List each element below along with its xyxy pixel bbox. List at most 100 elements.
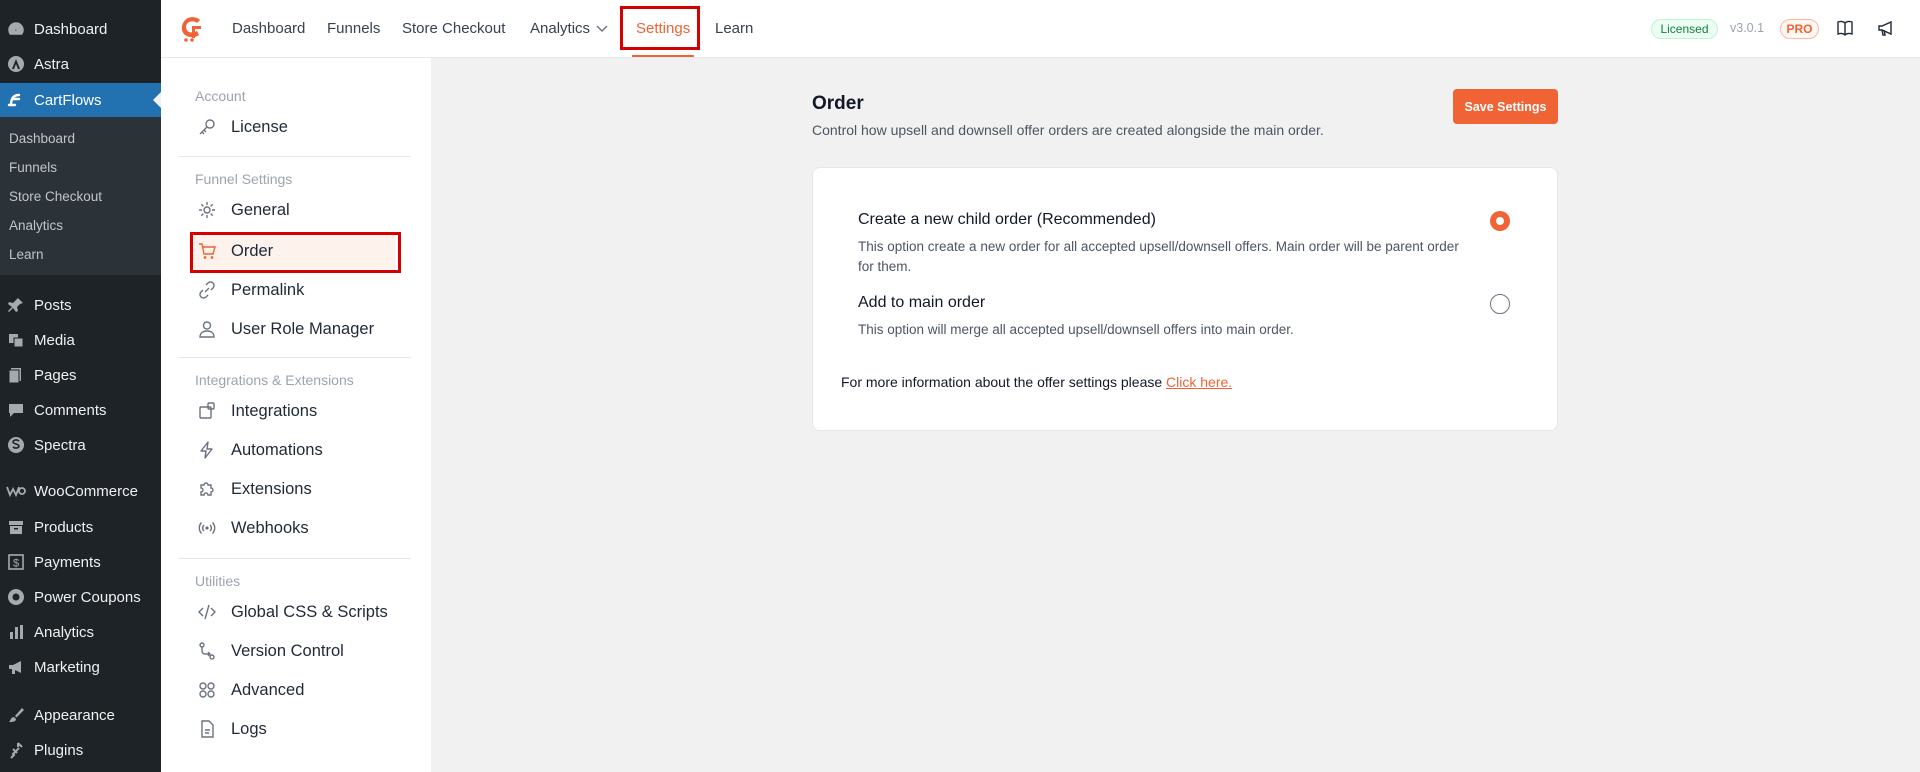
- divider: [179, 357, 411, 358]
- link-icon: [197, 280, 217, 300]
- nav-store-checkout[interactable]: Store Checkout: [402, 0, 505, 57]
- settings-item-label: Permalink: [231, 280, 305, 299]
- wp-menu-astra[interactable]: Astra: [0, 49, 161, 79]
- wp-submenu-analytics[interactable]: Analytics: [9, 218, 63, 233]
- group-utilities: Utilities: [195, 573, 241, 589]
- wp-menu-marketing[interactable]: Marketing: [0, 652, 161, 682]
- wp-submenu-store-checkout[interactable]: Store Checkout: [9, 189, 102, 204]
- wp-menu-woocommerce[interactable]: WooCommerce: [0, 476, 161, 506]
- group-account: Account: [195, 88, 246, 104]
- wp-menu-label: Pages: [34, 366, 77, 384]
- settings-item-advanced[interactable]: Advanced: [189, 672, 395, 708]
- wp-menu-dashboard[interactable]: Dashboard: [0, 14, 161, 44]
- dashboard-icon: [6, 19, 26, 39]
- settings-item-webhooks[interactable]: Webhooks: [189, 510, 395, 546]
- woocommerce-icon: [6, 481, 26, 501]
- pin-icon: [6, 295, 26, 315]
- wp-menu-label: Plugins: [34, 741, 84, 759]
- wp-menu-label: Dashboard: [34, 20, 108, 38]
- settings-tab-highlight: [620, 6, 700, 50]
- settings-item-general[interactable]: General: [189, 192, 395, 228]
- file-icon: [197, 719, 217, 739]
- settings-item-label: User Role Manager: [231, 319, 375, 338]
- bolt-icon: [197, 440, 217, 460]
- wp-menu-label: Analytics: [34, 623, 95, 641]
- settings-item-global-css-scripts[interactable]: Global CSS & Scripts: [189, 594, 395, 630]
- wp-menu-power-coupons[interactable]: Power Coupons: [0, 582, 161, 612]
- info-text-label: For more information about the offer set…: [841, 374, 1163, 390]
- wp-submenu-dashboard[interactable]: Dashboard: [9, 131, 75, 146]
- settings-item-label: License: [231, 117, 288, 136]
- wp-menu-pages[interactable]: Pages: [0, 360, 161, 390]
- nav-analytics[interactable]: Analytics: [530, 0, 608, 57]
- wp-menu-products[interactable]: Products: [0, 512, 161, 542]
- settings-item-label: Global CSS & Scripts: [231, 602, 388, 621]
- megaphone-icon: [6, 657, 26, 677]
- settings-item-label: Webhooks: [231, 518, 309, 537]
- settings-item-license[interactable]: License: [189, 109, 395, 145]
- wp-menu-label: Marketing: [34, 658, 100, 676]
- wp-menu-comments[interactable]: Comments: [0, 395, 161, 425]
- click-here-link[interactable]: Click here.: [1166, 374, 1232, 390]
- archive-icon: [6, 517, 26, 537]
- settings-item-automations[interactable]: Automations: [189, 432, 395, 468]
- settings-tab-underline: [632, 55, 694, 57]
- settings-item-integrations[interactable]: Integrations: [189, 393, 395, 429]
- wp-menu-media[interactable]: Media: [0, 325, 161, 355]
- settings-item-logs[interactable]: Logs: [189, 711, 395, 747]
- wp-submenu-funnels[interactable]: Funnels: [9, 160, 57, 175]
- brush-icon: [6, 705, 26, 725]
- wp-menu-analytics[interactable]: Analytics: [0, 617, 161, 647]
- broadcast-icon: [197, 518, 217, 538]
- code-icon: [197, 602, 217, 622]
- coupon-icon: [6, 587, 26, 607]
- wp-menu-label: Media: [34, 331, 75, 349]
- wp-menu-plugins[interactable]: Plugins: [0, 735, 161, 765]
- chart-bar-icon: [6, 622, 26, 642]
- settings-nav: Account License Funnel Settings General …: [161, 58, 431, 772]
- divider: [179, 558, 411, 559]
- option-main-order-title[interactable]: Add to main order: [858, 294, 985, 312]
- divider: [179, 156, 411, 157]
- nav-analytics-label: Analytics: [530, 20, 591, 37]
- cartflows-logo-icon[interactable]: [178, 14, 206, 47]
- wp-menu-spectra[interactable]: Spectra: [0, 430, 161, 460]
- wp-menu-label: Payments: [34, 553, 101, 571]
- megaphone-icon[interactable]: [1877, 19, 1895, 42]
- astra-icon: [6, 54, 26, 74]
- wp-menu-posts[interactable]: Posts: [0, 290, 161, 320]
- settings-item-label: Version Control: [231, 641, 344, 660]
- puzzle-icon: [197, 479, 217, 499]
- wp-menu-appearance[interactable]: Appearance: [0, 700, 161, 730]
- spectra-icon: [6, 435, 26, 455]
- nav-learn[interactable]: Learn: [715, 0, 753, 57]
- option-child-order-title[interactable]: Create a new child order (Recommended): [858, 211, 1156, 229]
- wp-submenu-learn[interactable]: Learn: [9, 247, 44, 262]
- nav-dashboard[interactable]: Dashboard: [232, 0, 305, 57]
- option-main-order-description: This option will merge all accepted upse…: [858, 322, 1294, 337]
- wp-admin-sidebar: Dashboard Astra CartFlows Dashboard Funn…: [0, 0, 161, 772]
- option-main-order-radio[interactable]: [1490, 294, 1510, 314]
- settings-item-extensions[interactable]: Extensions: [189, 471, 395, 507]
- settings-item-label: General: [231, 200, 290, 219]
- option-child-order-radio[interactable]: [1490, 211, 1510, 231]
- wp-menu-cartflows[interactable]: CartFlows: [0, 83, 161, 117]
- key-icon: [197, 117, 217, 137]
- wp-menu-label: Power Coupons: [34, 588, 141, 606]
- git-icon: [197, 641, 217, 661]
- gear-icon: [197, 200, 217, 220]
- integrations-icon: [197, 401, 217, 421]
- pro-badge: PRO: [1780, 19, 1819, 39]
- license-status-badge: Licensed: [1651, 19, 1718, 39]
- settings-item-version-control[interactable]: Version Control: [189, 633, 395, 669]
- settings-item-permalink[interactable]: Permalink: [189, 272, 395, 308]
- book-icon[interactable]: [1836, 19, 1854, 42]
- wp-menu-label: Appearance: [34, 706, 115, 724]
- nav-funnels[interactable]: Funnels: [327, 0, 380, 57]
- settings-item-label: Advanced: [231, 680, 305, 699]
- page-title: Order: [812, 93, 864, 114]
- settings-item-label: Automations: [231, 440, 323, 459]
- save-settings-button[interactable]: Save Settings: [1453, 89, 1558, 124]
- wp-menu-payments[interactable]: $ Payments: [0, 547, 161, 577]
- settings-item-user-role-manager[interactable]: User Role Manager: [189, 311, 395, 347]
